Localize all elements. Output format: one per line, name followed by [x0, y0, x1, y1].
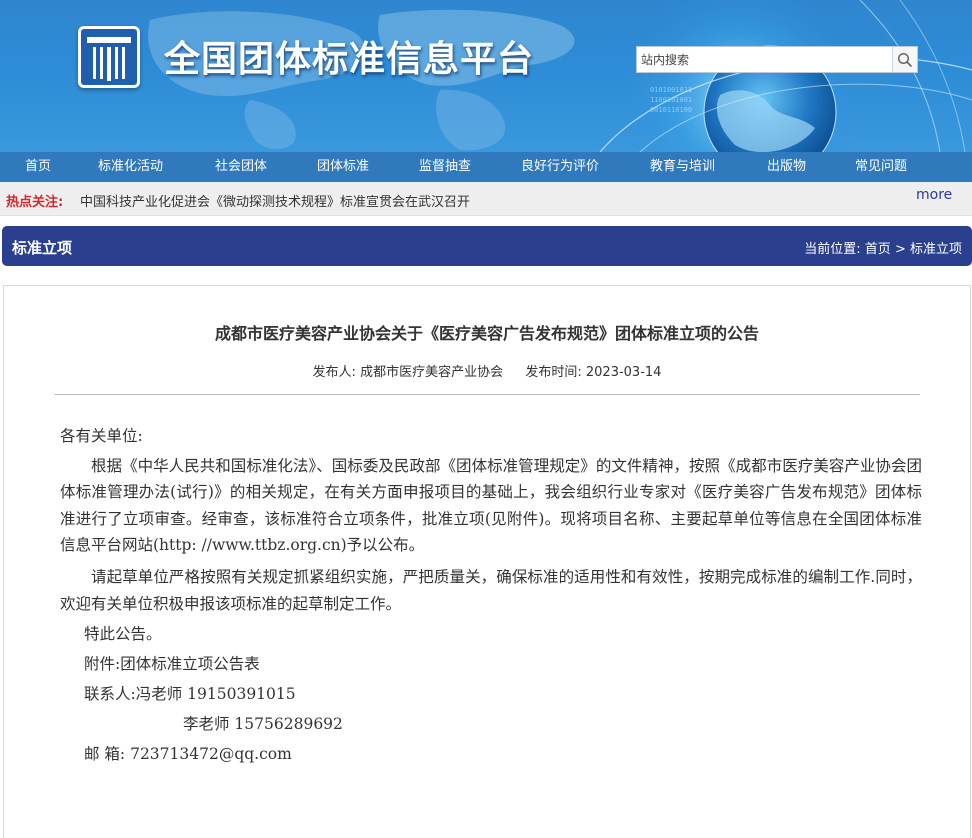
breadcrumb: 当前位置: 首页 > 标准立项 — [804, 238, 962, 257]
nav-publications[interactable]: 出版物 — [767, 152, 855, 182]
svg-text:1100101001: 1100101001 — [650, 96, 692, 104]
search-input[interactable] — [637, 47, 893, 72]
logo-t-icon — [87, 37, 131, 81]
article-meta: 发布人: 成都市医疗美容产业协会 发布时间: 2023-03-14 — [4, 361, 970, 380]
salutation: 各有关单位: — [60, 427, 143, 445]
section-title: 标准立项 — [12, 239, 73, 257]
nav-education-training[interactable]: 教育与培训 — [650, 152, 767, 182]
more-link[interactable]: more — [916, 187, 952, 203]
search-icon — [897, 52, 913, 67]
title-divider — [54, 394, 920, 395]
search-button[interactable] — [892, 47, 917, 72]
site-title: 全国团体标准信息平台 — [164, 39, 535, 80]
attachment-line: 附件:团体标准立项公告表 — [84, 655, 260, 674]
publish-date: 2023-03-14 — [585, 365, 662, 380]
nav-standardization-activities[interactable]: 标准化活动 — [98, 152, 215, 182]
breadcrumb-current[interactable]: 标准立项 — [910, 242, 962, 257]
breadcrumb-separator: > — [894, 242, 906, 257]
article-panel: 成都市医疗美容产业协会关于《医疗美容广告发布规范》团体标准立项的公告 发布人: … — [3, 285, 971, 838]
publish-date-label: 发布时间: — [525, 365, 582, 380]
paragraph-1: 根据《中华人民共和国标准化法》、国标委及民政部《团体标准管理规定》的文件精神，按… — [60, 457, 922, 554]
contact-line-1: 联系人:冯老师 19150391015 — [84, 685, 296, 704]
article-body: 各有关单位: 根据《中华人民共和国标准化法》、国标委及民政部《团体标准管理规定》… — [60, 424, 922, 772]
nav-good-behavior-evaluation[interactable]: 良好行为评价 — [521, 152, 650, 182]
paragraph-2: 请起草单位严格按照有关规定抓紧组织实施，严把质量关，确保标准的适用性和有效性，按… — [60, 568, 922, 613]
nav-home[interactable]: 首页 — [25, 152, 98, 182]
article-title: 成都市医疗美容产业协会关于《医疗美容广告发布规范》团体标准立项的公告 — [214, 324, 759, 343]
email-line: 邮 箱: 723713472@qq.com — [84, 745, 292, 764]
svg-text:0101001011: 0101001011 — [650, 86, 692, 94]
hot-news-bar: 热点关注: 中国科技产业化促进会《微动探测技术规程》标准宣贯会在武汉召开 mor… — [0, 182, 972, 216]
main-nav: 首页 标准化活动 社会团体 团体标准 监督抽查 良好行为评价 教育与培训 出版物… — [0, 152, 972, 182]
nav-social-groups[interactable]: 社会团体 — [215, 152, 317, 182]
publisher-name: 成都市医疗美容产业协会 — [360, 365, 504, 380]
hot-news-link[interactable]: 中国科技产业化促进会《微动探测技术规程》标准宣贯会在武汉召开 — [80, 191, 470, 210]
breadcrumb-prefix: 当前位置: — [804, 242, 861, 257]
publisher-label: 发布人: — [312, 365, 356, 380]
site-logo[interactable] — [78, 26, 140, 88]
hot-news-label: 热点关注: — [6, 195, 64, 210]
paragraph-3: 特此公告。 — [84, 625, 162, 644]
svg-text:0010110100: 0010110100 — [650, 106, 692, 114]
search-box — [636, 46, 918, 73]
breadcrumb-home[interactable]: 首页 — [865, 242, 891, 257]
nav-supervision-inspection[interactable]: 监督抽查 — [419, 152, 521, 182]
header-banner: 0101001011 1100101001 0010110100 全国团体标准信… — [0, 0, 972, 152]
nav-faq[interactable]: 常见问题 — [855, 152, 945, 182]
nav-group-standards[interactable]: 团体标准 — [317, 152, 419, 182]
contact-line-2: 李老师 15756289692 — [183, 715, 343, 734]
section-header: 标准立项 当前位置: 首页 > 标准立项 — [2, 226, 972, 266]
